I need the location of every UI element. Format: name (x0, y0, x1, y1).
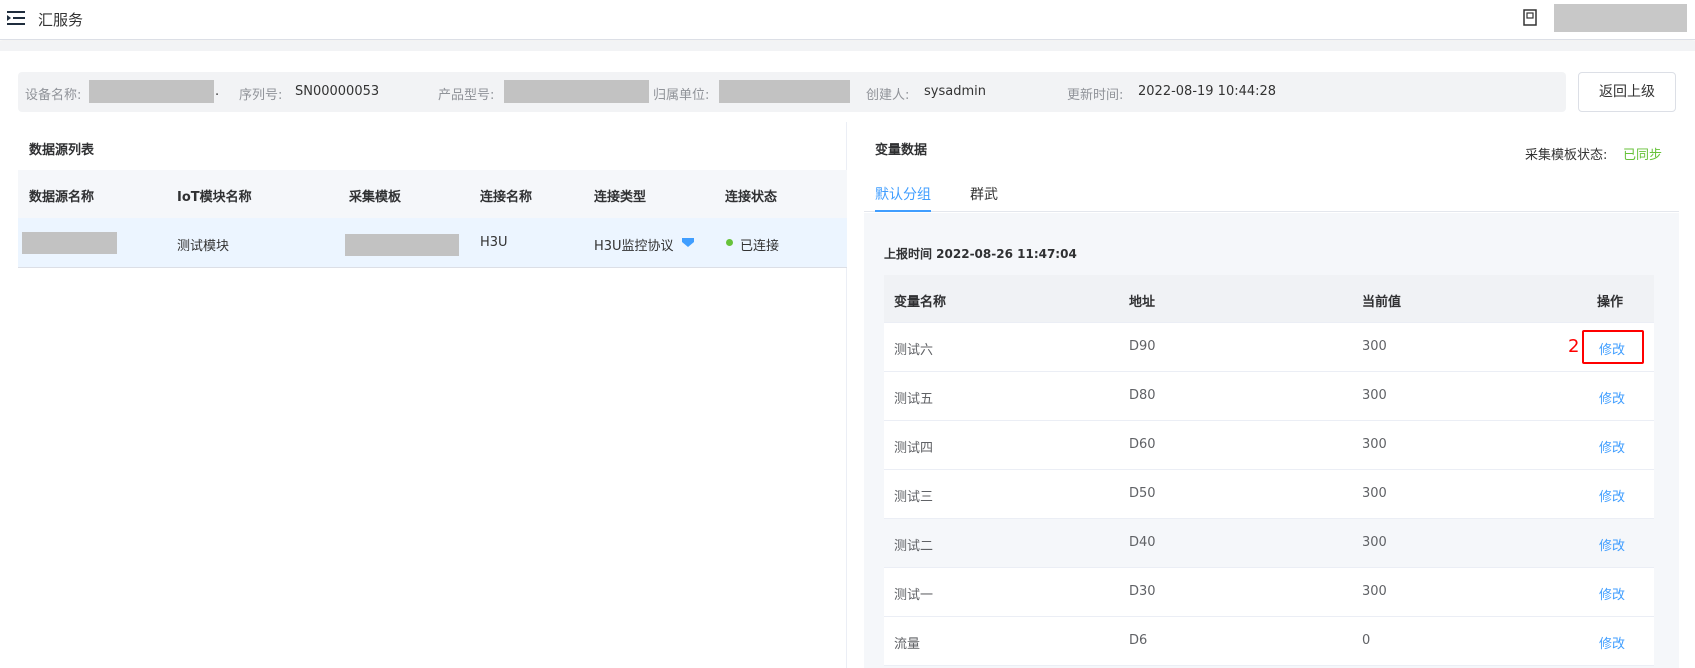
edit-link[interactable]: 修改 (1599, 486, 1625, 505)
variable-name-cell: 流量 (894, 637, 921, 652)
variable-name-cell: 测试二 (894, 539, 934, 554)
col-address: 地址 (1129, 295, 1156, 310)
col-current-value: 当前值 (1362, 295, 1402, 310)
template-redacted (345, 234, 459, 256)
device-name-redacted (89, 80, 214, 103)
table-row[interactable]: 测试模块 H3U H3U监控协议 已连接 (18, 218, 847, 268)
value-cell: 0 (1362, 633, 1371, 648)
col-connection-status: 连接状态 (725, 190, 778, 205)
variable-name-cell: 测试五 (894, 392, 934, 407)
tab-group-2[interactable]: 群武 (970, 184, 998, 204)
creator-label: 创建人: (866, 88, 910, 103)
edit-link[interactable]: 修改 (1599, 633, 1625, 652)
edit-link[interactable]: 修改 (1599, 388, 1625, 407)
updated-value: 2022-08-19 10:44:28 (1138, 84, 1277, 99)
address-cell: D40 (1129, 535, 1156, 550)
variable-name-cell: 测试三 (894, 490, 934, 505)
edit-link[interactable]: 修改 (1599, 437, 1625, 456)
table-row: 测试四 D60 300 修改 (884, 421, 1654, 470)
sync-status-label: 采集模板状态: (1525, 148, 1608, 163)
datasource-name-redacted (22, 232, 117, 254)
model-redacted (504, 80, 649, 103)
datasource-panel: 数据源列表 数据源名称 IoT模块名称 采集模板 连接名称 连接类型 连接状态 … (18, 122, 847, 668)
variable-table-header: 变量名称 地址 当前值 操作 (884, 275, 1654, 323)
annotation-number: 2 (1568, 336, 1580, 357)
address-cell: D90 (1129, 339, 1156, 354)
tab-default-group[interactable]: 默认分组 (875, 184, 931, 204)
protocol-icon (682, 238, 694, 247)
variable-panel: 变量数据 采集模板状态: 已同步 默认分组 群武 上报时间 2022-08-26… (864, 122, 1679, 668)
device-info-bar: 设备名称: . 序列号: SN00000053 产品型号: 归属单位: 创建人:… (18, 72, 1566, 112)
table-row: 测试三 D50 300 修改 (884, 470, 1654, 519)
variable-content: 上报时间 2022-08-26 11:47:04 变量名称 地址 当前值 操作 … (864, 213, 1679, 668)
variable-tabs: 默认分组 群武 (864, 170, 1679, 212)
sync-status-value: 已同步 (1623, 148, 1663, 163)
app-title: 汇服务 (38, 11, 84, 29)
device-name-label: 设备名称: (25, 88, 82, 103)
col-variable-name: 变量名称 (894, 295, 947, 310)
variable-name-cell: 测试四 (894, 441, 934, 456)
variable-name-cell: 测试六 (894, 343, 934, 358)
col-action: 操作 (1597, 295, 1624, 310)
header-separator (0, 41, 1695, 51)
org-redacted (719, 80, 850, 103)
org-label: 归属单位: (653, 88, 710, 103)
address-cell: D50 (1129, 486, 1156, 501)
edit-link[interactable]: 修改 (1599, 339, 1625, 358)
serial-value: SN00000053 (295, 84, 380, 99)
variable-panel-title: 变量数据 (875, 143, 928, 158)
variable-name-cell: 测试一 (894, 588, 934, 603)
table-row: 测试一 D30 300 修改 (884, 568, 1654, 617)
active-tab-indicator (875, 210, 931, 212)
edit-link[interactable]: 修改 (1599, 535, 1625, 554)
user-avatar-redacted[interactable] (1554, 4, 1687, 32)
col-connection-name: 连接名称 (480, 190, 533, 205)
variable-table: 变量名称 地址 当前值 操作 测试六 D90 300 2 修改 测试五 D80 … (884, 275, 1654, 666)
table-row: 测试二 D40 300 修改 (884, 519, 1654, 568)
address-cell: D6 (1129, 633, 1148, 648)
table-row: 流量 D6 0 修改 (884, 617, 1654, 666)
serial-label: 序列号: (239, 88, 283, 103)
device-name-suffix: . (215, 84, 220, 99)
value-cell: 300 (1362, 339, 1387, 354)
book-icon[interactable] (1522, 9, 1538, 27)
creator-value: sysadmin (924, 84, 986, 99)
updated-label: 更新时间: (1067, 88, 1124, 103)
value-cell: 300 (1362, 535, 1387, 550)
address-cell: D60 (1129, 437, 1156, 452)
connection-name-cell: H3U (480, 235, 508, 250)
back-button[interactable]: 返回上级 (1578, 72, 1676, 112)
value-cell: 300 (1362, 486, 1387, 501)
table-row: 测试五 D80 300 修改 (884, 372, 1654, 421)
col-datasource-name: 数据源名称 (29, 190, 95, 205)
top-bar: 汇服务 (0, 0, 1695, 40)
iot-module-cell: 测试模块 (177, 239, 230, 254)
table-row: 测试六 D90 300 2 修改 (884, 323, 1654, 372)
value-cell: 300 (1362, 584, 1387, 599)
col-connection-type: 连接类型 (594, 190, 647, 205)
report-time: 上报时间 2022-08-26 11:47:04 (884, 247, 1077, 261)
address-cell: D30 (1129, 584, 1156, 599)
model-label: 产品型号: (438, 88, 495, 103)
col-iot-module: IoT模块名称 (177, 190, 252, 205)
menu-icon[interactable] (7, 10, 27, 26)
value-cell: 300 (1362, 437, 1387, 452)
datasource-panel-title: 数据源列表 (29, 143, 95, 158)
datasource-table-header: 数据源名称 IoT模块名称 采集模板 连接名称 连接类型 连接状态 (18, 170, 847, 218)
address-cell: D80 (1129, 388, 1156, 403)
status-dot-icon (726, 239, 733, 246)
connection-status-cell: 已连接 (740, 239, 780, 254)
edit-link[interactable]: 修改 (1599, 584, 1625, 603)
col-template: 采集模板 (349, 190, 402, 205)
value-cell: 300 (1362, 388, 1387, 403)
connection-type-cell: H3U监控协议 (594, 239, 674, 254)
